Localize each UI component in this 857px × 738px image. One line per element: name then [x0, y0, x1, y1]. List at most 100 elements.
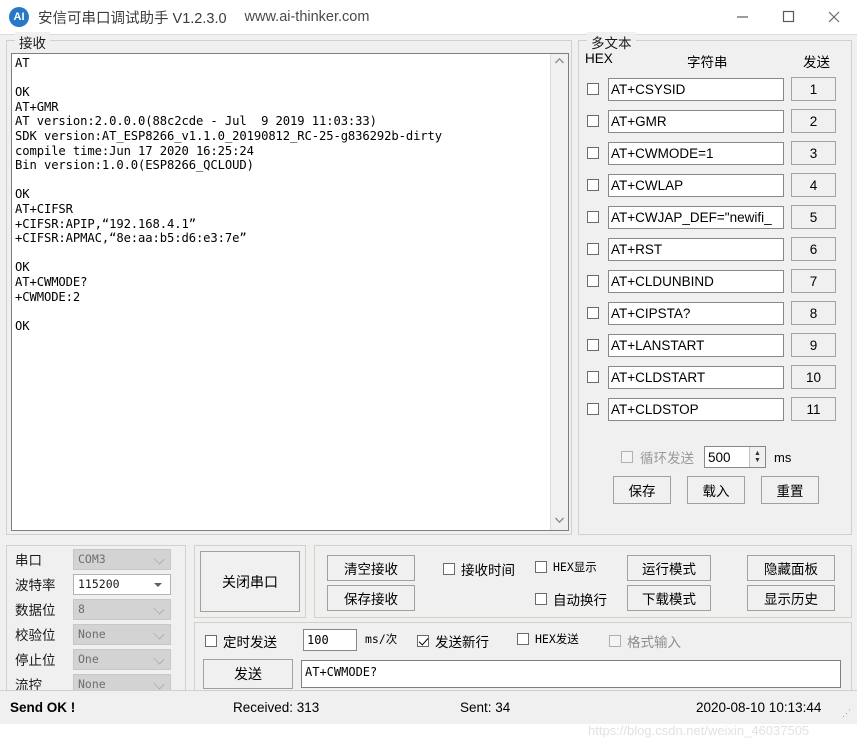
auto-wrap-checkbox-row[interactable]: 自动换行 — [535, 589, 607, 609]
hex-display-checkbox-row[interactable]: HEX显示 — [535, 559, 597, 575]
spin-up-icon[interactable]: ▲ — [754, 450, 761, 457]
loop-send-checkbox[interactable] — [621, 451, 633, 463]
port-setting-combobox[interactable]: 115200 — [73, 573, 171, 595]
port-setting-combobox[interactable]: COM3 — [73, 548, 171, 570]
command-send-button[interactable]: 9 — [791, 333, 836, 357]
reset-button[interactable]: 重置 — [761, 476, 819, 504]
command-hex-checkbox[interactable] — [587, 403, 599, 415]
receive-scrollbar[interactable] — [550, 54, 568, 530]
command-send-button[interactable]: 8 — [791, 301, 836, 325]
command-hex-checkbox[interactable] — [587, 307, 599, 319]
command-hex-checkbox[interactable] — [587, 339, 599, 351]
hide-panel-button[interactable]: 隐藏面板 — [747, 555, 835, 581]
command-input[interactable]: AT+CLDUNBIND — [608, 269, 784, 293]
chevron-down-icon[interactable] — [153, 677, 165, 690]
send-button[interactable]: 发送 — [203, 659, 293, 689]
command-send-button[interactable]: 1 — [791, 77, 836, 101]
command-input[interactable]: AT+LANSTART — [608, 333, 784, 357]
timed-send-checkbox[interactable] — [205, 635, 217, 647]
save-receive-button[interactable]: 保存接收 — [327, 585, 415, 611]
command-input[interactable]: AT+CLDSTART — [608, 365, 784, 389]
multitext-header: HEX 字符串 发送 — [579, 51, 851, 71]
newline-checkbox-row[interactable]: 发送新行 — [417, 631, 489, 651]
hex-send-checkbox-row[interactable]: HEX发送 — [517, 631, 579, 647]
send-interval-input[interactable]: 100 — [303, 629, 357, 651]
command-hex-checkbox[interactable] — [587, 115, 599, 127]
command-input[interactable]: AT+RST — [608, 237, 784, 261]
command-input[interactable]: AT+CIPSTA? — [608, 301, 784, 325]
port-setting-row: 数据位 8 — [7, 597, 185, 621]
receive-box: AT OK AT+GMR AT version:2.0.0.0(88c2cde … — [11, 53, 569, 531]
command-send-button[interactable]: 3 — [791, 141, 836, 165]
command-input[interactable]: AT+CSYSID — [608, 77, 784, 101]
timed-send-checkbox-row[interactable]: 定时发送 — [205, 631, 277, 651]
command-send-button[interactable]: 5 — [791, 205, 836, 229]
header-send-label: 发送 — [803, 55, 830, 70]
format-input-checkbox[interactable] — [609, 635, 621, 647]
show-history-button[interactable]: 显示历史 — [747, 585, 835, 611]
command-hex-checkbox[interactable] — [587, 83, 599, 95]
port-setting-label: 数据位 — [15, 603, 56, 618]
command-input[interactable]: AT+CLDSTOP — [608, 397, 784, 421]
loop-interval-stepper[interactable]: 500 ▲ ▼ — [704, 446, 766, 468]
port-setting-row: 串口 COM3 — [7, 547, 185, 571]
port-setting-label: 波特率 — [15, 578, 56, 593]
loop-interval-spin-buttons[interactable]: ▲ ▼ — [749, 447, 765, 467]
command-hex-checkbox[interactable] — [587, 179, 599, 191]
newline-checkbox[interactable] — [417, 635, 429, 647]
port-setting-combobox[interactable]: 8 — [73, 598, 171, 620]
hex-send-checkbox[interactable] — [517, 633, 529, 645]
scroll-down-icon[interactable] — [554, 516, 565, 527]
port-setting-combobox[interactable]: None — [73, 623, 171, 645]
header-hex-label: HEX — [585, 51, 613, 66]
send-text-input[interactable]: AT+CWMODE? — [301, 660, 841, 688]
receive-time-checkbox[interactable] — [443, 563, 455, 575]
command-hex-checkbox[interactable] — [587, 211, 599, 223]
chevron-down-icon[interactable] — [153, 627, 165, 640]
save-button[interactable]: 保存 — [613, 476, 671, 504]
command-hex-checkbox[interactable] — [587, 147, 599, 159]
command-send-button[interactable]: 6 — [791, 237, 836, 261]
download-mode-button[interactable]: 下载模式 — [627, 585, 711, 611]
scroll-up-icon[interactable] — [554, 57, 565, 68]
receive-time-checkbox-row[interactable]: 接收时间 — [443, 559, 515, 579]
command-row: AT+CLDUNBIND 7 — [579, 265, 851, 297]
command-send-button[interactable]: 10 — [791, 365, 836, 389]
command-row: AT+CWLAP 4 — [579, 169, 851, 201]
chevron-down-icon[interactable] — [153, 602, 165, 615]
run-mode-button[interactable]: 运行模式 — [627, 555, 711, 581]
command-input[interactable]: AT+CWJAP_DEF="newifi_ — [608, 205, 784, 229]
load-button[interactable]: 载入 — [687, 476, 745, 504]
sent-count: Sent: 34 — [460, 700, 511, 715]
minimize-icon[interactable] — [719, 0, 765, 34]
chevron-down-icon[interactable] — [153, 552, 165, 565]
command-send-button[interactable]: 11 — [791, 397, 836, 421]
command-input[interactable]: AT+GMR — [608, 109, 784, 133]
close-icon[interactable] — [811, 0, 857, 34]
clear-receive-button[interactable]: 清空接收 — [327, 555, 415, 581]
command-hex-checkbox[interactable] — [587, 371, 599, 383]
interval-unit-label-row: ms/次 — [365, 631, 397, 647]
command-hex-checkbox[interactable] — [587, 243, 599, 255]
loop-interval-value[interactable]: 500 — [705, 450, 749, 465]
receive-console[interactable]: AT OK AT+GMR AT version:2.0.0.0(88c2cde … — [12, 54, 550, 530]
chevron-down-icon[interactable] — [153, 652, 165, 665]
command-send-button[interactable]: 7 — [791, 269, 836, 293]
command-input[interactable]: AT+CWMODE=1 — [608, 141, 784, 165]
hex-display-checkbox[interactable] — [535, 561, 547, 573]
command-send-button[interactable]: 2 — [791, 109, 836, 133]
close-port-button[interactable]: 关闭串口 — [200, 551, 300, 612]
newline-label: 发送新行 — [435, 635, 489, 650]
port-setting-combobox[interactable]: One — [73, 648, 171, 670]
maximize-icon[interactable] — [765, 0, 811, 34]
workspace: 接收 AT OK AT+GMR AT version:2.0.0.0(88c2c… — [0, 32, 857, 738]
vendor-url: www.ai-thinker.com — [244, 9, 370, 25]
resize-grip-icon[interactable]: ⋰ — [842, 709, 854, 721]
chevron-down-icon[interactable] — [154, 582, 162, 587]
spin-down-icon[interactable]: ▼ — [754, 457, 761, 464]
command-input[interactable]: AT+CWLAP — [608, 173, 784, 197]
command-hex-checkbox[interactable] — [587, 275, 599, 287]
command-send-button[interactable]: 4 — [791, 173, 836, 197]
auto-wrap-checkbox[interactable] — [535, 593, 547, 605]
format-input-checkbox-row[interactable]: 格式输入 — [609, 631, 681, 651]
